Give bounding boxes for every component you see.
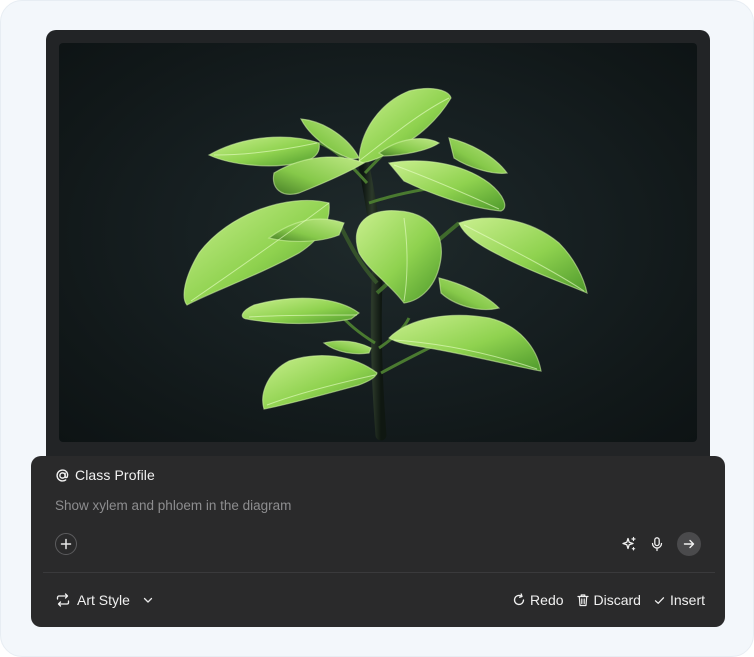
redo-icon bbox=[513, 593, 525, 606]
microphone-icon[interactable] bbox=[649, 536, 665, 552]
generated-image[interactable] bbox=[59, 43, 697, 442]
insert-button[interactable]: Insert bbox=[653, 592, 705, 608]
composer-divider bbox=[43, 572, 715, 573]
generated-image-panel bbox=[46, 30, 710, 470]
art-style-label: Art Style bbox=[77, 592, 130, 608]
chevron-down-icon bbox=[143, 597, 153, 603]
mention-label: Class Profile bbox=[75, 467, 155, 483]
redo-button[interactable]: Redo bbox=[512, 592, 564, 608]
send-button[interactable] bbox=[677, 532, 701, 556]
prompt-input[interactable]: Show xylem and phloem in the diagram bbox=[55, 497, 655, 515]
check-icon bbox=[654, 596, 665, 604]
app-frame: Class Profile Show xylem and phloem in t… bbox=[0, 0, 754, 657]
plus-icon bbox=[60, 538, 72, 550]
composer-tools bbox=[621, 532, 701, 556]
redo-label: Redo bbox=[530, 592, 564, 608]
sparkles-icon[interactable] bbox=[621, 536, 637, 552]
arrow-right-icon bbox=[683, 539, 695, 549]
result-actions: Redo Discard Insert bbox=[512, 591, 705, 609]
art-style-dropdown[interactable]: Art Style bbox=[55, 591, 154, 609]
add-button[interactable] bbox=[55, 533, 77, 555]
context-mention[interactable]: Class Profile bbox=[55, 466, 155, 484]
discard-button[interactable]: Discard bbox=[576, 592, 641, 608]
prompt-composer: Class Profile Show xylem and phloem in t… bbox=[31, 456, 725, 627]
trash-icon bbox=[576, 594, 589, 607]
discard-label: Discard bbox=[593, 592, 641, 608]
at-sign-icon bbox=[56, 468, 69, 482]
insert-label: Insert bbox=[669, 592, 705, 608]
repeat-icon bbox=[56, 593, 70, 607]
plant-illustration bbox=[183, 87, 588, 441]
